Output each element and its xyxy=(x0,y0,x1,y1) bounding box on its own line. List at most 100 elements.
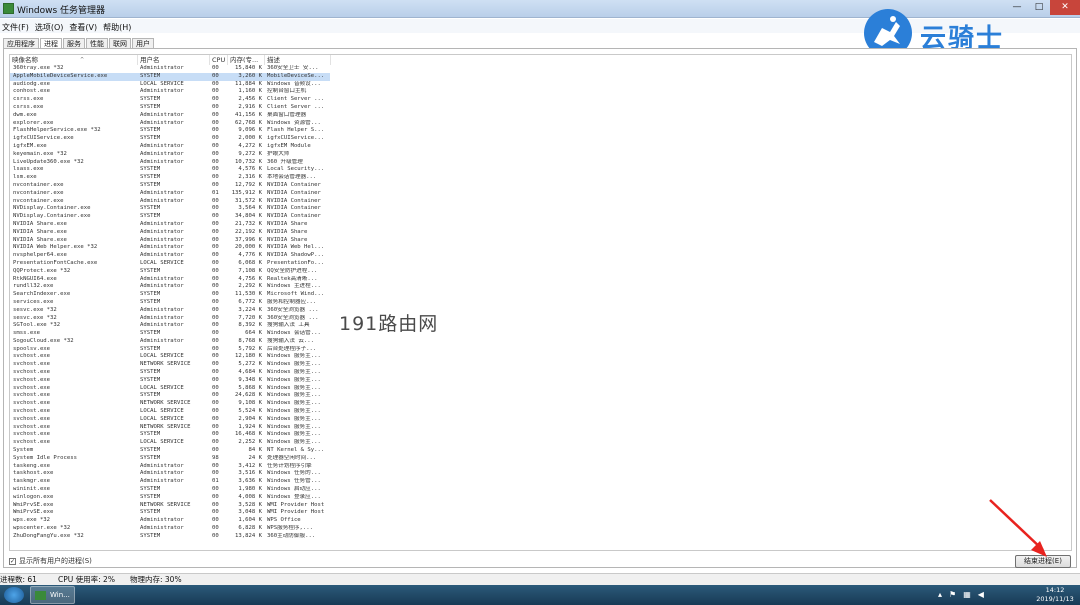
cpu-cell: 00 xyxy=(212,205,219,212)
show-all-users-checkbox[interactable]: ✓ xyxy=(9,557,16,565)
user-name-cell: Administrator xyxy=(140,478,184,485)
table-row[interactable]: System Idle Process SYSTEM 98 24 K 处理器空闲时间..… xyxy=(10,455,330,463)
table-row[interactable]: services.exe SYSTEM 00 6,772 K 服务和控制器应... xyxy=(10,299,330,307)
table-row[interactable]: svchost.exe NETWORK SERVICE 00 1,924 K Windo… xyxy=(10,424,330,432)
menu-file[interactable]: 文件(F) xyxy=(0,19,33,33)
table-row[interactable]: lsm.exe SYSTEM 00 2,316 K 本地会话管理器... xyxy=(10,174,330,182)
column-header-description[interactable]: 描述 xyxy=(265,55,331,65)
table-row[interactable]: rundll32.exe Administrator 00 2,292 K Window… xyxy=(10,283,330,291)
clock[interactable]: 14:12 2019/11/13 xyxy=(1030,586,1080,604)
table-row[interactable]: nvcontainer.exe Administrator 01 135,912 K N… xyxy=(10,190,330,198)
cpu-cell: 00 xyxy=(212,181,219,188)
table-row[interactable]: igfxEM.exe Administrator 00 4,272 K igfxEM M… xyxy=(10,143,330,151)
table-row[interactable]: smss.exe SYSTEM 00 664 K Windows 会话管... xyxy=(10,330,330,338)
table-row[interactable]: nvcontainer.exe SYSTEM 00 12,792 K NVIDIA Co… xyxy=(10,182,330,190)
table-row[interactable]: dwm.exe Administrator 00 41,156 K 桌面窗口管理器 xyxy=(10,112,330,120)
table-row[interactable]: svchost.exe LOCAL SERVICE 00 2,904 K Windows… xyxy=(10,416,330,424)
user-name-cell: SYSTEM xyxy=(140,291,161,298)
table-row[interactable]: FlashHelperService.exe *32 SYSTEM 00 9,096 … xyxy=(10,127,330,135)
cpu-cell: 00 xyxy=(212,72,219,79)
volume-icon[interactable]: ◀ xyxy=(978,590,984,599)
table-row[interactable]: conhost.exe Administrator 00 1,160 K 控制台窗口主机 xyxy=(10,88,330,96)
start-button[interactable] xyxy=(4,587,24,603)
table-row[interactable]: SearchIndexer.exe SYSTEM 00 11,530 K Microso… xyxy=(10,291,330,299)
image-name-cell: igfxCUIService.exe xyxy=(13,135,74,142)
tab-applications[interactable]: 应用程序 xyxy=(3,38,39,48)
table-row[interactable]: taskmgr.exe Administrator 01 3,636 K Windows… xyxy=(10,478,330,486)
tab-services[interactable]: 服务 xyxy=(63,38,85,48)
table-row[interactable]: svchost.exe LOCAL SERVICE 00 5,524 K Windows… xyxy=(10,408,330,416)
table-row[interactable]: spoolsv.exe SYSTEM 00 5,792 K 后台处理程序子... xyxy=(10,346,330,354)
tab-performance[interactable]: 性能 xyxy=(86,38,108,48)
flag-icon[interactable]: ⚑ xyxy=(949,590,956,599)
table-row[interactable]: audiodg.exe LOCAL SERVICE 00 11,884 K Window… xyxy=(10,81,330,89)
table-row[interactable]: svchost.exe NETWORK SERVICE 00 9,108 K Windo… xyxy=(10,400,330,408)
table-row[interactable]: svchost.exe SYSTEM 00 4,684 K Windows 服务主... xyxy=(10,369,330,377)
table-row[interactable]: svchost.exe SYSTEM 00 9,348 K Windows 服务主... xyxy=(10,377,330,385)
table-row[interactable]: SogouCloud.exe *32 Administrator 00 8,768 K… xyxy=(10,338,330,346)
table-row[interactable]: taskeng.exe Administrator 00 3,412 K 任务计划程序引… xyxy=(10,463,330,471)
column-header-cpu[interactable]: CPU xyxy=(210,55,228,65)
user-name-cell: SYSTEM xyxy=(140,532,161,539)
taskbar-item-task-manager[interactable]: Win... xyxy=(30,586,75,604)
table-row[interactable]: NVIDIA Share.exe Administrator 00 21,732 K N… xyxy=(10,221,330,229)
table-row[interactable]: winlogon.exe SYSTEM 00 4,008 K Windows 登录应..… xyxy=(10,494,330,502)
table-row[interactable]: svchost.exe NETWORK SERVICE 00 5,272 K Windo… xyxy=(10,361,330,369)
network-icon[interactable]: ▦ xyxy=(963,590,971,599)
table-row[interactable]: svchost.exe SYSTEM 00 24,628 K Windows 服务主..… xyxy=(10,392,330,400)
image-name-cell: LiveUpdate360.exe *32 xyxy=(13,158,84,165)
tab-processes[interactable]: 进程 xyxy=(40,38,62,48)
process-list[interactable]: 映像名称 ^ 用户名 CPU 内存(专... 描述 360tray.exe *3… xyxy=(9,54,1072,551)
table-row[interactable]: RtkNGUI64.exe Administrator 00 4,756 K Realt… xyxy=(10,276,330,284)
table-row[interactable]: NVIDIA Web Helper.exe *32 Administrator 00… xyxy=(10,244,330,252)
table-row[interactable]: igfxCUIService.exe SYSTEM 00 2,000 K igfxCUI… xyxy=(10,135,330,143)
menu-options[interactable]: 选项(O) xyxy=(33,19,68,33)
table-row[interactable]: wps.exe *32 Administrator 00 1,604 K WPS Off… xyxy=(10,517,330,525)
column-header-memory[interactable]: 内存(专... xyxy=(228,55,265,65)
table-row[interactable]: wininit.exe SYSTEM 00 1,980 K Windows 启动应... xyxy=(10,486,330,494)
show-all-users[interactable]: ✓ 显示所有用户的进程(S) xyxy=(9,555,92,567)
tab-networking[interactable]: 联网 xyxy=(109,38,131,48)
table-row[interactable]: AppleMobileDeviceService.exe SYSTEM 00 3,26… xyxy=(10,72,330,81)
menu-help[interactable]: 帮助(H) xyxy=(101,19,135,33)
table-row[interactable]: lsass.exe SYSTEM 00 4,576 K Local Security..… xyxy=(10,166,330,174)
table-row[interactable]: nvsphelper64.exe Administrator 00 4,776 K NV… xyxy=(10,252,330,260)
table-row[interactable]: nvcontainer.exe Administrator 00 31,572 K NV… xyxy=(10,198,330,206)
user-name-cell: Administrator xyxy=(140,252,184,259)
table-row[interactable]: csrss.exe SYSTEM 00 2,456 K Client Server ..… xyxy=(10,96,330,104)
table-row[interactable]: keyemain.exe *32 Administrator 00 9,272 K 护眼… xyxy=(10,151,330,159)
table-row[interactable]: NVDisplay.Container.exe SYSTEM 00 3,564 K NV… xyxy=(10,205,330,213)
table-row[interactable]: sesvc.exe *32 Administrator 00 3,224 K 360安全… xyxy=(10,307,330,315)
table-row[interactable]: csrss.exe SYSTEM 00 2,916 K Client Server ..… xyxy=(10,104,330,112)
table-row[interactable]: svchost.exe LOCAL SERVICE 00 5,868 K Windows… xyxy=(10,385,330,393)
memory-cell: 2,292 K xyxy=(238,283,262,290)
table-row[interactable]: QQProtect.exe *32 SYSTEM 00 7,108 K QQ安全防护进程… xyxy=(10,268,330,276)
table-row[interactable]: 360tray.exe *32 Administrator 00 15,840 K 36… xyxy=(10,65,330,73)
table-row[interactable]: svchost.exe LOCAL SERVICE 00 2,252 K Windows… xyxy=(10,439,330,447)
table-row[interactable]: WmiPrvSE.exe NETWORK SERVICE 00 3,528 K WMI … xyxy=(10,502,330,510)
close-button[interactable]: ✕ xyxy=(1050,0,1080,15)
menu-view[interactable]: 查看(V) xyxy=(67,19,101,33)
column-header-user-name[interactable]: 用户名 xyxy=(138,55,210,65)
table-row[interactable]: NVIDIA Share.exe Administrator 00 22,192 K N… xyxy=(10,229,330,237)
up-arrow-icon[interactable]: ▴ xyxy=(938,590,942,599)
table-row[interactable]: svchost.exe LOCAL SERVICE 00 12,180 K Window… xyxy=(10,353,330,361)
table-row[interactable]: ZhuDongFangYu.exe *32 SYSTEM 00 13,824 K 360… xyxy=(10,533,330,541)
table-row[interactable]: SGTool.exe *32 Administrator 00 8,392 K 搜狗输入… xyxy=(10,322,330,330)
description-cell: 护眼大师 xyxy=(267,150,290,157)
memory-cell: 84 K xyxy=(248,447,262,454)
table-row[interactable]: wpscenter.exe *32 Administrator 00 6,828 K W… xyxy=(10,525,330,533)
table-row[interactable]: WmiPrvSE.exe SYSTEM 00 3,048 K WMI Provider … xyxy=(10,509,330,517)
table-row[interactable]: NVDisplay.Container.exe SYSTEM 00 34,804 K N… xyxy=(10,213,330,221)
table-row[interactable]: svchost.exe SYSTEM 00 16,468 K Windows 服务主..… xyxy=(10,431,330,439)
table-row[interactable]: explorer.exe Administrator 00 62,768 K Windo… xyxy=(10,120,330,128)
image-name-cell: NVIDIA Share.exe xyxy=(13,228,67,235)
table-row[interactable]: System SYSTEM 00 84 K NT Kernel & Sy... xyxy=(10,447,330,455)
table-row[interactable]: PresentationFontCache.exe LOCAL SERVICE 00… xyxy=(10,260,330,268)
table-row[interactable]: sesvc.exe *32 Administrator 00 7,720 K 360安全… xyxy=(10,315,330,323)
tab-users[interactable]: 用户 xyxy=(132,38,154,48)
column-header-image-name[interactable]: 映像名称 ^ xyxy=(10,55,138,65)
table-row[interactable]: LiveUpdate360.exe *32 Administrator 00 10,7… xyxy=(10,159,330,167)
table-row[interactable]: taskhost.exe Administrator 00 3,516 K Window… xyxy=(10,470,330,478)
table-row[interactable]: NVIDIA Share.exe Administrator 00 37,996 K N… xyxy=(10,237,330,245)
